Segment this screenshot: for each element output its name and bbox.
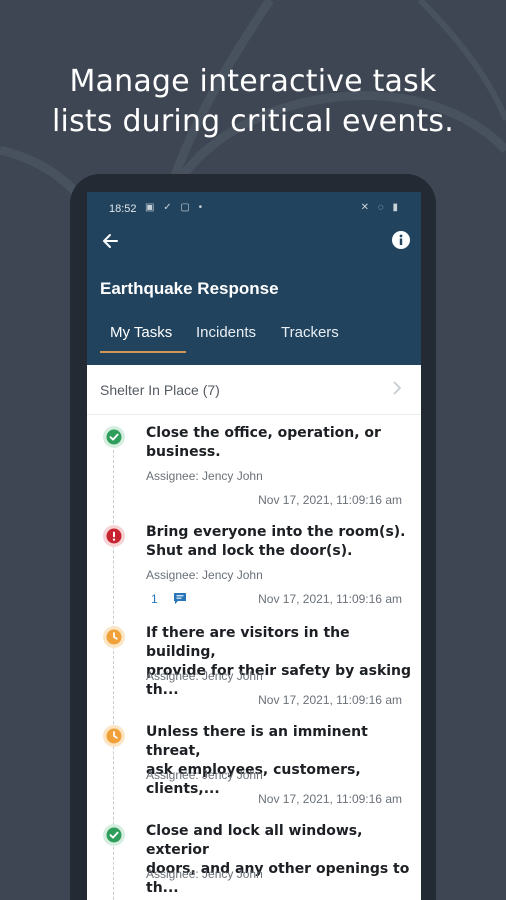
task-item[interactable]: Close and lock all windows, exterior doo… [87, 822, 421, 900]
page-title: Earthquake Response [100, 279, 279, 298]
active-tab-indicator [100, 351, 186, 353]
task-timestamp: Nov 17, 2021, 11:09:16 am [258, 493, 402, 507]
exclamation-icon [106, 528, 122, 544]
status-pending-badge [103, 626, 125, 648]
clock-icon [106, 728, 122, 744]
status-complete-badge [103, 824, 125, 846]
tab-my-tasks[interactable]: My Tasks [110, 324, 172, 341]
task-assignee: Assignee: Jency John [146, 469, 263, 483]
status-pending-badge [103, 725, 125, 747]
chevron-right-icon [393, 381, 402, 395]
task-timestamp: Nov 17, 2021, 11:09:16 am [258, 693, 402, 707]
headline: Manage interactive task lists during cri… [0, 62, 506, 142]
system-status-icons: ✕ ◌ ▮ [360, 202, 401, 213]
info-button[interactable] [391, 230, 411, 250]
comment-count[interactable]: 1 [151, 592, 158, 606]
task-assignee: Assignee: Jency John [146, 867, 263, 881]
status-alert-badge [103, 525, 125, 547]
tab-trackers[interactable]: Trackers [281, 324, 339, 341]
tab-incidents[interactable]: Incidents [196, 324, 256, 341]
status-complete-badge [103, 426, 125, 448]
task-assignee: Assignee: Jency John [146, 669, 263, 683]
check-icon [106, 827, 122, 843]
task-timestamp: Nov 17, 2021, 11:09:16 am [258, 792, 402, 806]
notification-icons: ▣ ✓ ▢ • [145, 202, 206, 213]
phone-screen: 18:52 ▣ ✓ ▢ • ✕ ◌ ▮ Earthquake Response … [87, 192, 421, 900]
task-item[interactable]: Bring everyone into the room(s). Shut an… [87, 523, 421, 623]
app-bar: 18:52 ▣ ✓ ▢ • ✕ ◌ ▮ Earthquake Response … [87, 192, 421, 365]
task-item[interactable]: If there are visitors in the building, p… [87, 624, 421, 724]
task-title: Bring everyone into the room(s). Shut an… [146, 524, 406, 559]
task-assignee: Assignee: Jency John [146, 568, 263, 582]
task-assignee: Assignee: Jency John [146, 768, 263, 782]
headline-line-1: Manage interactive task [69, 64, 437, 99]
headline-line-2: lists during critical events. [52, 104, 454, 139]
task-timestamp: Nov 17, 2021, 11:09:16 am [258, 592, 402, 606]
check-icon [106, 429, 122, 445]
task-title: If there are visitors in the building, p… [146, 625, 412, 698]
clock-icon [106, 629, 122, 645]
status-time: 18:52 [109, 203, 137, 215]
task-title: Close and lock all windows, exterior doo… [146, 823, 410, 896]
task-item[interactable]: Close the office, operation, or business… [87, 424, 421, 524]
task-item[interactable]: Unless there is an imminent threat, ask … [87, 723, 421, 823]
status-bar: 18:52 ▣ ✓ ▢ • ✕ ◌ ▮ [87, 192, 421, 228]
info-icon [392, 231, 410, 249]
section-title: Shelter In Place (7) [100, 382, 220, 398]
arrow-left-icon [103, 234, 118, 248]
comment-icon[interactable] [173, 592, 187, 605]
task-title: Close the office, operation, or business… [146, 425, 381, 460]
back-button[interactable] [101, 230, 121, 252]
task-title: Unless there is an imminent threat, ask … [146, 724, 368, 797]
section-header[interactable]: Shelter In Place (7) [87, 365, 421, 415]
